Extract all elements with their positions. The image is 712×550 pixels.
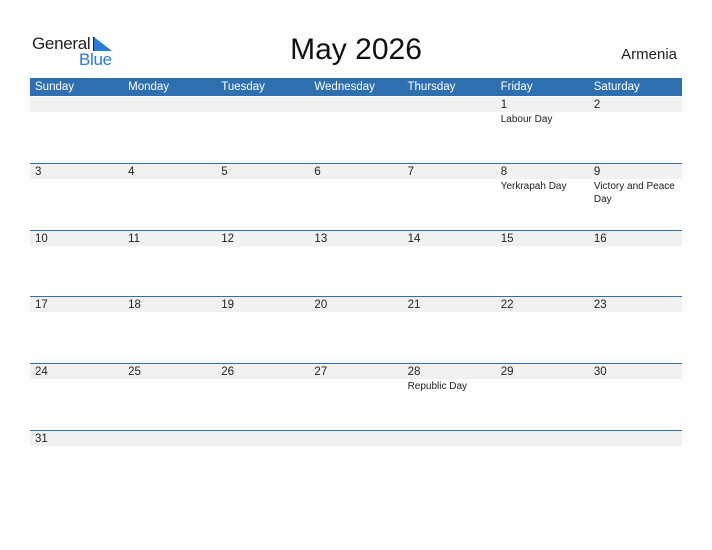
day-cell: 2 (589, 96, 682, 162)
day-cell: 10 (30, 230, 123, 296)
day-number: 2 (593, 99, 601, 111)
weekday-tuesday: Tuesday (221, 81, 265, 93)
day-number: 12 (221, 233, 235, 245)
day-number: 21 (407, 299, 421, 311)
week-row: 1 Labour Day 2 (30, 96, 682, 162)
week-row: 17 18 19 20 21 22 23 (30, 296, 682, 362)
day-number: 19 (221, 299, 235, 311)
day-cell: 15 (496, 230, 589, 296)
day-cell: 23 (589, 296, 682, 362)
holiday-label: Yerkrapah Day (500, 181, 567, 192)
day-number: 25 (128, 366, 141, 378)
day-cell: 22 (496, 296, 589, 362)
day-cell (309, 430, 402, 496)
day-cell: 9 Victory and Peace Day (589, 163, 682, 229)
holiday-label: Republic Day (407, 381, 468, 392)
day-cell (30, 96, 123, 162)
day-cell (216, 96, 309, 162)
holiday-label: Victory and Peace Day (593, 181, 675, 205)
day-cell: 16 (589, 230, 682, 296)
day-number: 18 (128, 299, 141, 311)
day-number: 7 (407, 166, 414, 178)
day-cell: 19 (216, 296, 309, 362)
day-number: 9 (593, 166, 601, 178)
week-row: 10 11 12 13 14 15 16 (30, 230, 682, 296)
day-number: 29 (500, 366, 514, 378)
day-cell: 5 (216, 163, 309, 229)
day-number: 28 (407, 366, 421, 378)
day-cell: 7 (403, 163, 496, 229)
day-cell: 27 (309, 363, 402, 429)
weekday-friday: Friday (500, 81, 533, 93)
week-row: 3 4 5 6 7 8 Yerkrapah Day 9 Victory and Peace Da… (30, 163, 682, 229)
day-cell: 12 (216, 230, 309, 296)
day-cell: 13 (309, 230, 402, 296)
day-cell: 20 (309, 296, 402, 362)
weekday-wednesday: Wednesday (314, 81, 375, 93)
day-cell (496, 430, 589, 496)
day-number: 30 (593, 366, 607, 378)
day-cell: 18 (123, 296, 216, 362)
weekday-header: Sunday Monday Tuesday Wednesday Thursday… (30, 78, 682, 96)
day-cell (123, 430, 216, 496)
day-cell (309, 96, 402, 162)
day-number: 17 (35, 299, 48, 311)
day-number: 15 (500, 233, 514, 245)
weekday-thursday: Thursday (407, 81, 456, 93)
day-cell: 8 Yerkrapah Day (496, 163, 589, 229)
day-cell: 25 (123, 363, 216, 429)
day-cell: 31 (30, 430, 123, 496)
day-cell: 28 Republic Day (403, 363, 496, 429)
day-cell: 4 (123, 163, 216, 229)
day-number: 5 (221, 166, 228, 178)
day-number: 11 (128, 233, 141, 245)
day-cell: 6 (309, 163, 402, 229)
day-cell (403, 96, 496, 162)
week-row: 24 25 26 27 28 Republic Day 29 30 (30, 363, 682, 429)
day-number: 16 (593, 233, 607, 245)
day-number: 23 (593, 299, 607, 311)
weekday-saturday: Saturday (593, 81, 640, 93)
day-number: 14 (407, 233, 421, 245)
day-cell: 30 (589, 363, 682, 429)
day-cell (403, 430, 496, 496)
day-cell: 29 (496, 363, 589, 429)
day-cell (589, 430, 682, 496)
holiday-label: Labour Day (500, 114, 553, 125)
day-number: 1 (500, 99, 508, 111)
day-cell (123, 96, 216, 162)
weekday-sunday: Sunday (35, 81, 75, 93)
day-number: 8 (500, 166, 508, 178)
country-label: Armenia (621, 46, 677, 63)
day-number: 4 (128, 166, 135, 178)
day-number: 24 (35, 366, 48, 378)
day-cell: 3 (30, 163, 123, 229)
day-number: 27 (314, 366, 328, 378)
day-number: 6 (314, 166, 321, 178)
day-number: 22 (500, 299, 514, 311)
day-cell: 14 (403, 230, 496, 296)
day-cell: 21 (403, 296, 496, 362)
day-number: 3 (35, 166, 42, 178)
day-number: 13 (314, 233, 328, 245)
day-cell: 26 (216, 363, 309, 429)
day-number: 20 (314, 299, 328, 311)
week-row: 31 (30, 430, 682, 496)
weekday-monday: Monday (128, 81, 170, 93)
day-cell: 17 (30, 296, 123, 362)
day-number: 10 (35, 233, 48, 245)
calendar-title: May 2026 (290, 33, 422, 66)
day-cell: 1 Labour Day (496, 96, 589, 162)
day-number: 26 (221, 366, 235, 378)
day-number: 31 (35, 433, 48, 445)
day-cell: 24 (30, 363, 123, 429)
day-cell (216, 430, 309, 496)
day-cell: 11 (123, 230, 216, 296)
